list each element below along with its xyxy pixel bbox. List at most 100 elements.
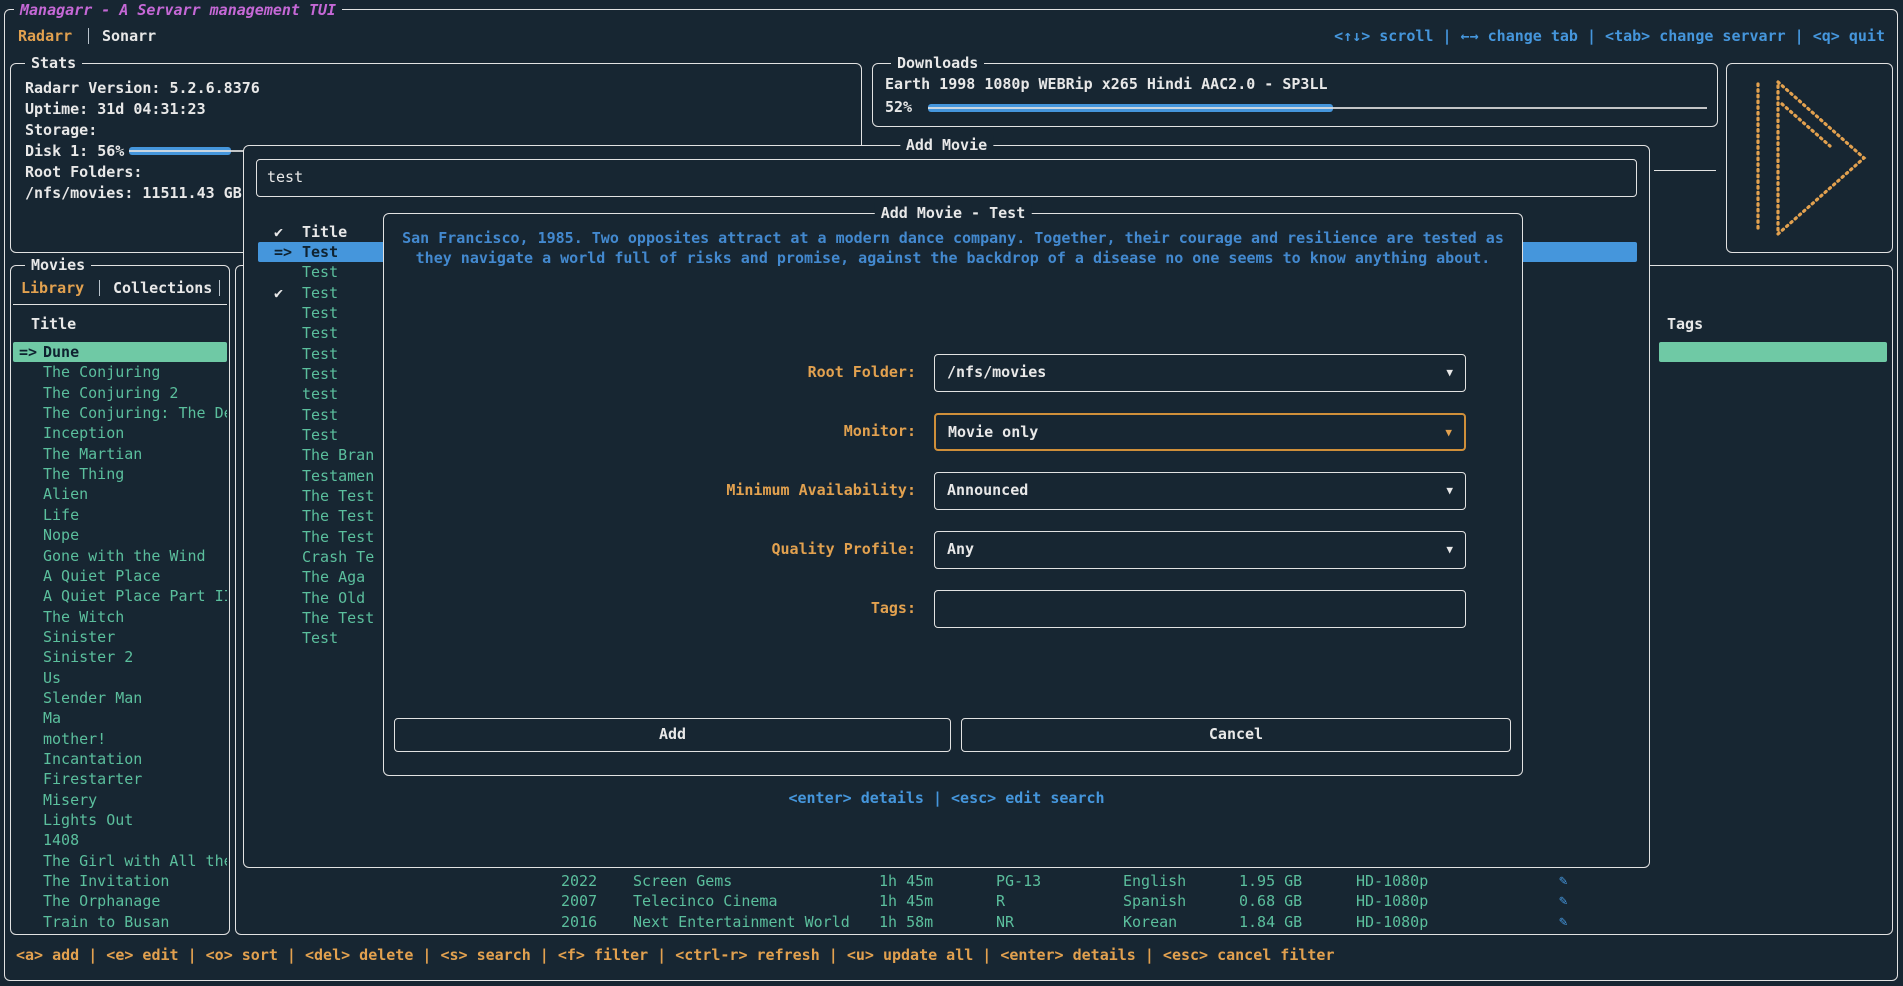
list-item[interactable]: Life bbox=[13, 505, 227, 525]
list-item[interactable]: Gone with the Wind bbox=[13, 546, 227, 566]
list-item[interactable]: Train to Busan bbox=[13, 912, 227, 932]
list-item[interactable]: The Thing bbox=[13, 464, 227, 484]
monitor-field: Monitor: Movie only ▼ bbox=[384, 413, 1522, 451]
selected-row-tags-cell bbox=[1659, 342, 1887, 362]
list-item[interactable]: The Martian bbox=[13, 444, 227, 464]
cell-language: Korean bbox=[1123, 912, 1177, 932]
movie-search-input[interactable] bbox=[267, 164, 1607, 190]
list-item[interactable]: The Conjuring 2 bbox=[13, 383, 227, 403]
list-item[interactable]: Us bbox=[13, 668, 227, 688]
popup-keybind-hints: <enter> details | <esc> edit search bbox=[244, 789, 1649, 807]
cell-studio: Screen Gems bbox=[633, 871, 732, 891]
list-item[interactable]: The Conjuring bbox=[13, 362, 227, 382]
tab-divider bbox=[88, 28, 89, 44]
list-item[interactable]: Inception bbox=[13, 423, 227, 443]
list-item[interactable]: Nope bbox=[13, 525, 227, 545]
footer-keybind-hints: <a> add | <e> edit | <o> sort | <del> de… bbox=[16, 946, 1335, 964]
movies-tab-divider-2 bbox=[219, 280, 220, 296]
list-item-selected[interactable]: =>Dune bbox=[13, 342, 227, 362]
quality-profile-field: Quality Profile: Any ▼ bbox=[384, 531, 1522, 569]
tags-field: Tags: bbox=[384, 590, 1522, 628]
root-folder-select[interactable]: /nfs/movies ▼ bbox=[934, 354, 1466, 392]
movie-search-box bbox=[256, 159, 1637, 197]
tab-library[interactable]: Library bbox=[21, 278, 84, 298]
cell-rating: PG-13 bbox=[996, 871, 1041, 891]
monitor-label: Monitor: bbox=[384, 422, 922, 440]
monitor-select[interactable]: Movie only ▼ bbox=[934, 413, 1466, 451]
edit-icon: ✎ bbox=[1559, 871, 1567, 891]
tab-collections[interactable]: Collections bbox=[113, 278, 212, 298]
movies-panel: Movies Library Collections Title =>Dune … bbox=[10, 265, 230, 935]
storage-label: Storage: bbox=[25, 120, 97, 140]
download-progress-gauge-track bbox=[928, 107, 1707, 109]
movie-overview-line2: they navigate a world full of risks and … bbox=[384, 248, 1522, 268]
panel-border-fragment bbox=[1654, 170, 1716, 171]
download-item: Earth 1998 1080p WEBRip x265 Hindi AAC2.… bbox=[885, 74, 1328, 94]
stats-panel-title: Stats bbox=[25, 53, 82, 73]
list-item[interactable]: The Orphanage bbox=[13, 891, 227, 911]
list-item[interactable]: Incantation bbox=[13, 749, 227, 769]
cell-runtime: 1h 45m bbox=[879, 871, 933, 891]
cell-studio: Telecinco Cinema bbox=[633, 891, 778, 911]
list-item[interactable]: Misery bbox=[13, 790, 227, 810]
minimum-availability-select[interactable]: Announced ▼ bbox=[934, 472, 1466, 510]
list-item[interactable]: The Invitation bbox=[13, 871, 227, 891]
list-item[interactable]: Ma bbox=[13, 708, 227, 728]
root-folders-label: Root Folders: bbox=[25, 162, 142, 182]
cell-year: 2022 bbox=[561, 871, 597, 891]
chevron-down-icon: ▼ bbox=[1445, 426, 1452, 439]
quality-profile-select[interactable]: Any ▼ bbox=[934, 531, 1466, 569]
managarr-logo-icon bbox=[1750, 76, 1870, 240]
logo-panel bbox=[1726, 63, 1893, 253]
cell-quality: HD-1080p bbox=[1356, 912, 1428, 932]
list-item[interactable]: Slender Man bbox=[13, 688, 227, 708]
table-row[interactable]: 2016 Next Entertainment World 1h 58m NR … bbox=[236, 912, 1892, 932]
download-percent: 52% bbox=[885, 97, 912, 117]
list-item[interactable]: The Girl with All the bbox=[13, 851, 227, 871]
list-item[interactable]: Firestarter bbox=[13, 769, 227, 789]
managarr-app: Managarr - A Servarr management TUI Rada… bbox=[0, 0, 1903, 986]
root-folder-label: Root Folder: bbox=[384, 363, 922, 381]
root-folder-field: Root Folder: /nfs/movies ▼ bbox=[384, 354, 1522, 392]
cell-quality: HD-1080p bbox=[1356, 891, 1428, 911]
cell-rating: R bbox=[996, 891, 1005, 911]
list-item[interactable]: 1408 bbox=[13, 830, 227, 850]
list-item[interactable]: Alien bbox=[13, 484, 227, 504]
add-movie-modal: Add Movie - Test San Francisco, 1985. Tw… bbox=[383, 213, 1523, 776]
add-button[interactable]: Add bbox=[394, 718, 951, 752]
list-item[interactable]: mother! bbox=[13, 729, 227, 749]
edit-icon: ✎ bbox=[1559, 912, 1567, 932]
cell-size: 1.95 GB bbox=[1239, 871, 1302, 891]
root-folder-value: /nfs/movies: 11511.43 GB bbox=[25, 183, 242, 203]
list-item[interactable]: Sinister 2 bbox=[13, 647, 227, 667]
movies-tabs-underline bbox=[13, 304, 227, 305]
tab-sonarr[interactable]: Sonarr bbox=[102, 26, 156, 46]
quality-profile-label: Quality Profile: bbox=[384, 540, 922, 558]
check-icon: ✔ bbox=[274, 283, 302, 303]
tags-input[interactable] bbox=[934, 590, 1466, 628]
cell-studio: Next Entertainment World bbox=[633, 912, 850, 932]
list-item[interactable]: Sinister bbox=[13, 627, 227, 647]
list-item[interactable]: Lights Out bbox=[13, 810, 227, 830]
list-item[interactable]: A Quiet Place bbox=[13, 566, 227, 586]
downloads-panel: Downloads Earth 1998 1080p WEBRip x265 H… bbox=[872, 63, 1718, 127]
tags-column-header: Tags bbox=[1667, 314, 1703, 334]
cancel-button[interactable]: Cancel bbox=[961, 718, 1511, 752]
table-row[interactable]: 2022 Screen Gems 1h 45m PG-13 English 1.… bbox=[236, 871, 1892, 891]
table-row[interactable]: 2007 Telecinco Cinema 1h 45m R Spanish 0… bbox=[236, 891, 1892, 911]
selected-arrow-icon: => bbox=[19, 342, 43, 362]
cell-quality: HD-1080p bbox=[1356, 871, 1428, 891]
minimum-availability-label: Minimum Availability: bbox=[384, 481, 922, 499]
list-item[interactable]: A Quiet Place Part II bbox=[13, 586, 227, 606]
add-movie-popup: Add Movie ✔Title =>Test Test ✔Test Test … bbox=[243, 145, 1650, 868]
chevron-down-icon: ▼ bbox=[1446, 484, 1453, 497]
list-item[interactable]: The Conjuring: The De bbox=[13, 403, 227, 423]
cell-size: 0.68 GB bbox=[1239, 891, 1302, 911]
movies-tab-divider bbox=[99, 280, 100, 296]
cell-year: 2016 bbox=[561, 912, 597, 932]
tab-radarr[interactable]: Radarr bbox=[18, 26, 72, 46]
edit-icon: ✎ bbox=[1559, 891, 1567, 911]
list-item[interactable]: The Witch bbox=[13, 607, 227, 627]
results-title-header: Title bbox=[302, 223, 347, 241]
movies-panel-title: Movies bbox=[25, 255, 91, 275]
